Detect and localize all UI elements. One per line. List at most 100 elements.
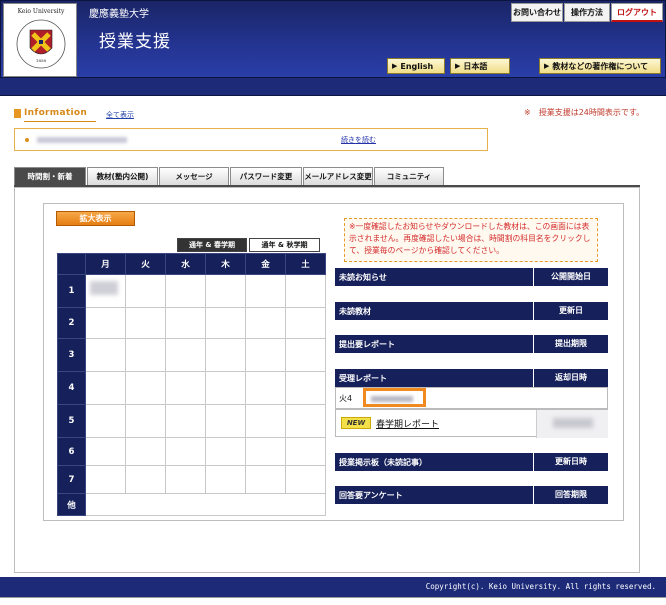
help-button[interactable]: 操作方法 bbox=[564, 3, 610, 22]
tab-autumn[interactable]: 通年 & 秋学期 bbox=[249, 238, 320, 252]
unread-materials-header: 未読教材 更新日 bbox=[335, 302, 608, 320]
day-header: 月 bbox=[85, 253, 126, 275]
tab-community[interactable]: コミュニティ bbox=[374, 167, 444, 185]
tab-materials[interactable]: 教材(塾内公開) bbox=[87, 167, 158, 185]
timetable-cell[interactable] bbox=[205, 437, 246, 466]
information-box: 続きを読む bbox=[14, 128, 488, 151]
zoom-button[interactable]: 拡大表示 bbox=[56, 211, 135, 226]
tab-spring[interactable]: 通年 & 春学期 bbox=[177, 238, 247, 252]
bulletin-board-header: 授業掲示板（未読記事） 更新日時 bbox=[335, 453, 608, 471]
copyright-text: Copyright(c). Keio University. All right… bbox=[425, 582, 656, 591]
timetable-cell[interactable] bbox=[245, 307, 286, 339]
timetable-cell[interactable] bbox=[85, 465, 126, 494]
section-column: 返却日時 bbox=[533, 369, 608, 387]
timetable-cell[interactable] bbox=[165, 338, 206, 372]
period-label: 3 bbox=[57, 338, 86, 372]
information-heading: Information bbox=[14, 107, 189, 122]
period-label: 5 bbox=[57, 404, 86, 438]
period-row: 1 bbox=[57, 274, 326, 308]
period-row: 7 bbox=[57, 465, 326, 494]
timetable-cell[interactable] bbox=[125, 307, 166, 339]
timetable-cell[interactable] bbox=[165, 465, 206, 494]
timetable-cell[interactable] bbox=[125, 465, 166, 494]
period-row: 2 bbox=[57, 307, 326, 339]
received-reports-header: 受理レポート 返却日時 bbox=[335, 369, 608, 387]
period-row: 5 bbox=[57, 404, 326, 438]
timetable-cell[interactable] bbox=[285, 437, 326, 466]
period-label: 6 bbox=[57, 437, 86, 466]
highlighted-course[interactable] bbox=[363, 388, 426, 407]
japanese-button[interactable]: ▶ 日本語 bbox=[450, 58, 510, 74]
information-title: Information bbox=[24, 108, 88, 118]
tab-email[interactable]: メールアドレス変更 bbox=[303, 167, 373, 185]
day-header: 木 bbox=[205, 253, 246, 275]
timetable-cell[interactable] bbox=[285, 404, 326, 438]
timetable-cell[interactable] bbox=[205, 274, 246, 308]
timetable-cell[interactable] bbox=[85, 274, 126, 308]
copyright-button[interactable]: ▶ 教材などの著作権について bbox=[539, 58, 661, 74]
timetable-cell[interactable] bbox=[205, 307, 246, 339]
timetable-cell[interactable] bbox=[125, 338, 166, 372]
course-name[interactable] bbox=[90, 281, 118, 295]
timetable-cell[interactable] bbox=[125, 404, 166, 438]
spring-report-link[interactable]: 春学期レポート bbox=[376, 417, 439, 430]
period-label: 1 bbox=[57, 274, 86, 308]
tab-password[interactable]: パスワード変更 bbox=[230, 167, 302, 185]
bullet-icon bbox=[25, 138, 29, 142]
timetable-cell[interactable] bbox=[205, 371, 246, 405]
timetable-cell[interactable] bbox=[285, 307, 326, 339]
timetable-cell[interactable] bbox=[245, 437, 286, 466]
info-item-text[interactable] bbox=[37, 137, 127, 143]
notice-box: ※一度確認したお知らせやダウンロードした教材は、この画面には表示されません。再度… bbox=[344, 218, 598, 262]
main-tabs: 時間割・新着 教材(塾内公開) メッセージ パスワード変更 メールアドレス変更 … bbox=[14, 167, 445, 185]
timetable-cell[interactable] bbox=[165, 437, 206, 466]
timetable-cell[interactable] bbox=[285, 465, 326, 494]
page-title: 授業支援 bbox=[99, 32, 171, 52]
required-reports-header: 提出要レポート 提出期限 bbox=[335, 335, 608, 353]
english-button[interactable]: ▶ English bbox=[387, 58, 445, 74]
section-column: 公開開始日 bbox=[533, 268, 608, 286]
timetable-cell[interactable] bbox=[285, 371, 326, 405]
timetable-cell[interactable] bbox=[205, 338, 246, 372]
section-label: 受理レポート bbox=[339, 374, 387, 383]
received-report-row: NEW 春学期レポート bbox=[335, 409, 608, 438]
timetable-cell[interactable] bbox=[165, 404, 206, 438]
timetable-cell[interactable] bbox=[85, 437, 126, 466]
read-more-link[interactable]: 続きを読む bbox=[341, 135, 376, 145]
section-label: 授業掲示板（未読記事） bbox=[339, 458, 427, 467]
other-cell[interactable] bbox=[85, 493, 326, 516]
contact-button[interactable]: お問い合わせ bbox=[511, 3, 563, 22]
timetable-cell[interactable] bbox=[245, 404, 286, 438]
timetable-cell[interactable] bbox=[245, 465, 286, 494]
timetable-cell[interactable] bbox=[285, 274, 326, 308]
timetable-cell[interactable] bbox=[125, 274, 166, 308]
timetable-cell[interactable] bbox=[85, 338, 126, 372]
timetable-cell[interactable] bbox=[125, 437, 166, 466]
timetable-cell[interactable] bbox=[85, 404, 126, 438]
timetable-cell[interactable] bbox=[245, 371, 286, 405]
timetable-cell[interactable] bbox=[205, 465, 246, 494]
section-column: 提出期限 bbox=[533, 335, 608, 353]
period-label: 他 bbox=[57, 493, 86, 516]
logout-button[interactable]: ログアウト bbox=[611, 3, 663, 22]
timetable-cell[interactable] bbox=[285, 338, 326, 372]
section-label: 未読教材 bbox=[339, 307, 371, 316]
timetable-cell[interactable] bbox=[205, 404, 246, 438]
timetable-cell[interactable] bbox=[165, 371, 206, 405]
day-header: 金 bbox=[245, 253, 286, 275]
information-underline bbox=[24, 121, 96, 122]
timetable-cell[interactable] bbox=[245, 274, 286, 308]
timetable: 月 火 水 木 金 土 1 2 3 4 5 6 7 他 bbox=[57, 253, 326, 516]
period-label: 4 bbox=[57, 371, 86, 405]
timetable-cell[interactable] bbox=[165, 307, 206, 339]
timetable-cell[interactable] bbox=[245, 338, 286, 372]
tab-messages[interactable]: メッセージ bbox=[159, 167, 229, 185]
show-all-link[interactable]: 全て表示 bbox=[106, 110, 134, 120]
timetable-cell[interactable] bbox=[165, 274, 206, 308]
timetable-cell[interactable] bbox=[125, 371, 166, 405]
period-label: 7 bbox=[57, 465, 86, 494]
timetable-cell[interactable] bbox=[85, 307, 126, 339]
triangle-right-icon: ▶ bbox=[544, 62, 550, 70]
tab-timetable[interactable]: 時間割・新着 bbox=[14, 167, 86, 185]
timetable-cell[interactable] bbox=[85, 371, 126, 405]
